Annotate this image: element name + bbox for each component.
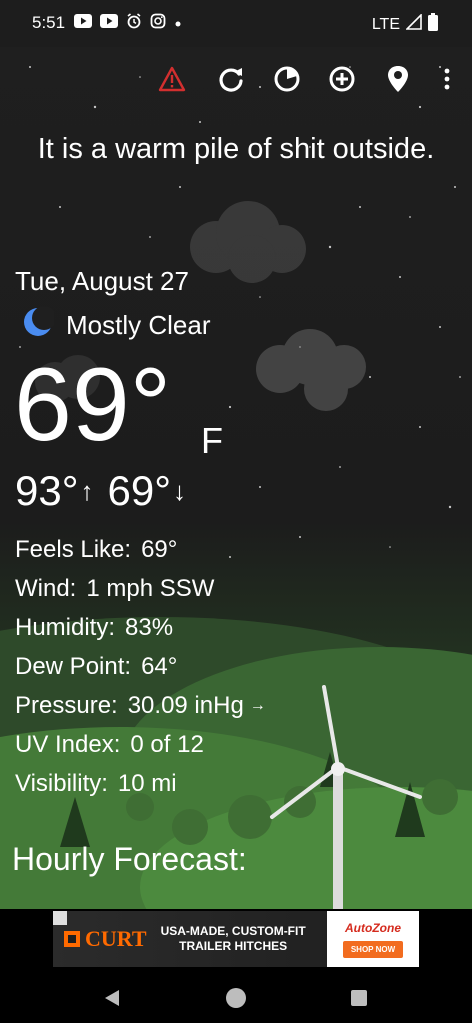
youtube-icon — [74, 14, 92, 33]
cloud-graphic — [256, 329, 366, 411]
autozone-logo: AutoZone — [345, 920, 401, 935]
location-pin-icon[interactable] — [381, 62, 415, 96]
arrow-up-icon: ↑ — [80, 475, 94, 506]
battery-icon — [428, 13, 438, 36]
detail-pressure: Pressure: 30.09 inHg → — [15, 686, 266, 725]
temperature-unit: F — [201, 420, 223, 461]
refresh-icon[interactable] — [214, 62, 248, 96]
condition-text: Mostly Clear — [66, 310, 211, 340]
detail-uv-index: UV Index: 0 of 12 — [15, 731, 204, 758]
detail-wind: Wind: 1 mph SSW — [15, 575, 215, 602]
status-notification-icons — [74, 13, 182, 34]
back-icon[interactable] — [99, 985, 125, 1011]
youtube-icon — [100, 14, 118, 33]
alert-icon[interactable] — [155, 62, 189, 96]
ad-partner[interactable]: AutoZone SHOP NOW — [327, 911, 419, 967]
detail-humidity: Humidity: 83% — [15, 614, 174, 641]
forecast-date: Tue, August 27 — [15, 266, 189, 296]
high-low-row: 93° ↑ 69° ↓ — [15, 467, 186, 515]
add-location-icon[interactable] — [325, 62, 359, 96]
details-list: Feels Like: 69° Wind: 1 mph SSW Humidity… — [15, 530, 266, 803]
toolbar — [0, 62, 472, 98]
detail-visibility: Visibility: 10 mi — [15, 770, 177, 797]
pressure-trend-icon: → — [249, 697, 266, 714]
home-icon[interactable] — [223, 985, 249, 1011]
arrow-down-icon: ↓ — [173, 475, 187, 506]
ad-tagline: USA-MADE, CUSTOM-FIT TRAILER HITCHES — [160, 924, 306, 953]
current-temperature: 69° — [14, 347, 172, 463]
detail-feels-like: Feels Like: 69° — [15, 536, 178, 563]
instagram-icon — [150, 13, 166, 34]
network-type: LTE — [371, 15, 400, 33]
ad-banner[interactable]: CURT USA-MADE, CUSTOM-FIT TRAILER HITCHE… — [53, 911, 419, 967]
curt-logo-icon — [64, 931, 80, 947]
weather-scene: It is a warm pile of shit outside. Tue, … — [0, 47, 472, 909]
moon-icon — [20, 305, 56, 346]
high-temperature: 93° — [15, 467, 79, 514]
system-navigation-bar — [0, 972, 472, 1023]
ad-choices-icon[interactable] — [53, 911, 67, 925]
ad-brand-logo: CURT — [63, 926, 147, 952]
detail-dew-point: Dew Point: 64° — [15, 653, 178, 680]
ad-banner-container: CURT USA-MADE, CUSTOM-FIT TRAILER HITCHE… — [0, 909, 472, 972]
radar-icon[interactable] — [270, 62, 304, 96]
more-vert-icon[interactable] — [430, 62, 464, 96]
status-bar: 5:51 LTE — [0, 0, 472, 47]
weather-headline: It is a warm pile of shit outside. — [37, 133, 435, 165]
hourly-forecast-title: Hourly Forecast: — [12, 841, 247, 877]
recents-icon[interactable] — [346, 985, 372, 1011]
cloud-graphic — [190, 201, 306, 283]
dot-icon — [174, 15, 182, 33]
status-system-icons: LTE — [372, 13, 438, 36]
status-time: 5:51 — [32, 13, 66, 32]
low-temperature: 69° — [107, 467, 172, 514]
alarm-icon — [126, 13, 142, 34]
shop-now-button[interactable]: SHOP NOW — [342, 940, 404, 958]
signal-icon — [405, 13, 422, 35]
condition-row: Mostly Clear — [20, 305, 210, 346]
